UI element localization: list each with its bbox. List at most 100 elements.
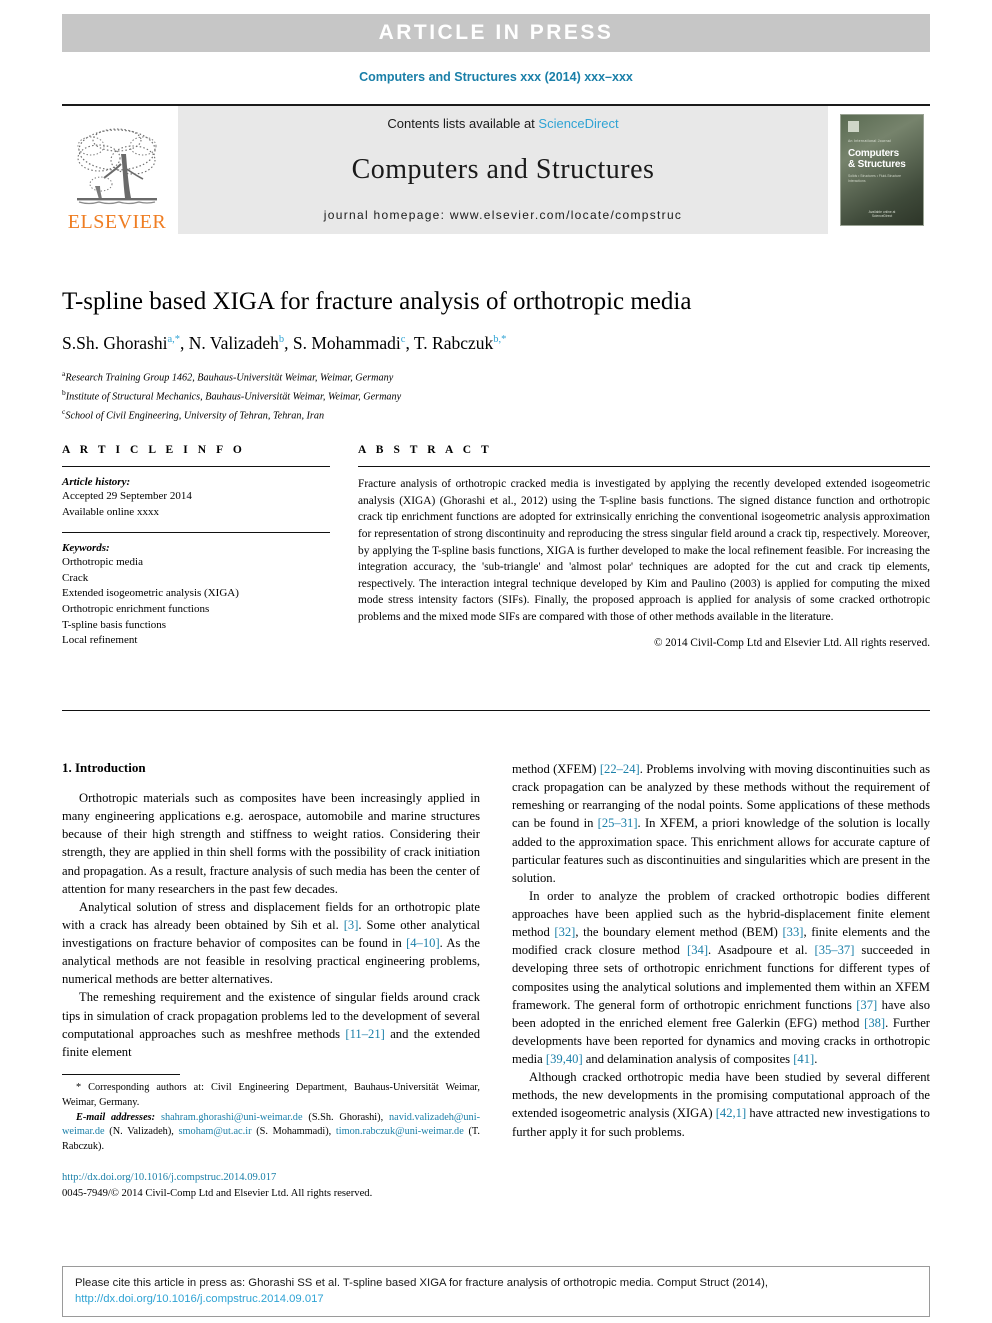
- email-address[interactable]: shahram.ghorashi@uni-weimar.de: [161, 1112, 303, 1123]
- column-gap: [330, 444, 358, 649]
- divider: [62, 532, 330, 534]
- divider: [62, 466, 330, 467]
- citation-ref[interactable]: [11–21]: [345, 1027, 384, 1041]
- paragraph-text: .: [814, 1052, 818, 1066]
- author-name[interactable]: S. Mohammadi: [293, 333, 401, 353]
- paragraph: Analytical solution of stress and displa…: [62, 898, 480, 989]
- article-in-press-banner: ARTICLE IN PRESS: [62, 14, 930, 52]
- abstract-copyright: © 2014 Civil-Comp Ltd and Elsevier Ltd. …: [653, 636, 930, 649]
- article-info-column: A R T I C L E I N F O Article history: A…: [62, 444, 330, 649]
- keyword-item: Orthotropic enrichment functions: [62, 603, 210, 616]
- contents-prefix: Contents lists available at: [387, 116, 539, 131]
- author-affiliation-mark: c: [400, 333, 406, 345]
- paragraph-text: and delamination analysis of composites: [582, 1052, 794, 1066]
- footnote-block: * Corresponding authors at: Civil Engine…: [62, 1081, 480, 1155]
- column-gap: [480, 760, 512, 1202]
- paragraph-text: method (XFEM): [512, 762, 600, 776]
- cite-doi-link[interactable]: http://dx.doi.org/10.1016/j.compstruc.20…: [75, 1293, 324, 1305]
- email-address[interactable]: smoham@ut.ac.ir: [179, 1126, 252, 1137]
- doi-link[interactable]: http://dx.doi.org/10.1016/j.compstruc.20…: [62, 1170, 480, 1186]
- body-column-left: 1. Introduction Orthotropic materials su…: [62, 760, 480, 1202]
- cite-text: Please cite this article in press as: Gh…: [75, 1277, 768, 1289]
- author-affiliation-mark: b,*: [493, 333, 507, 345]
- journal-title: Computers and Structures: [351, 153, 655, 185]
- cite-this-article-box: Please cite this article in press as: Gh…: [62, 1266, 930, 1317]
- divider: [358, 466, 930, 467]
- running-head: Computers and Structures xxx (2014) xxx–…: [359, 70, 633, 84]
- citation-ref[interactable]: [25–31]: [598, 816, 638, 830]
- paragraph-text: , the boundary element method (BEM): [575, 925, 783, 940]
- citation-ref[interactable]: [38]: [864, 1016, 885, 1030]
- citation-ref[interactable]: [35–37]: [815, 943, 855, 957]
- abstract-bottom-divider: [62, 710, 930, 711]
- contents-available-line: Contents lists available at ScienceDirec…: [387, 116, 618, 131]
- footnote-divider: [62, 1073, 180, 1075]
- journal-homepage[interactable]: journal homepage: www.elsevier.com/locat…: [324, 208, 682, 222]
- article-info-heading: A R T I C L E I N F O: [62, 444, 246, 456]
- affiliation-text: Research Training Group 1462, Bauhaus-Un…: [65, 372, 394, 384]
- elsevier-wordmark: ELSEVIER: [67, 211, 167, 233]
- info-abstract-region: A R T I C L E I N F O Article history: A…: [62, 444, 930, 649]
- cover-subtitle: Solids • Structures • Fluid-Structure In…: [848, 174, 902, 183]
- cover-publisher-mark: [848, 121, 859, 132]
- citation-ref[interactable]: [37]: [856, 998, 877, 1012]
- article-history-item: Accepted 29 September 2014: [62, 490, 192, 502]
- citation-ref[interactable]: [33]: [782, 925, 803, 939]
- citation-ref[interactable]: [3]: [344, 918, 359, 932]
- journal-banner: Contents lists available at ScienceDirec…: [178, 106, 828, 234]
- citation-ref[interactable]: [22–24]: [600, 762, 640, 776]
- abstract-column: A B S T R A C T Fracture analysis of ort…: [358, 444, 930, 649]
- doi-block: http://dx.doi.org/10.1016/j.compstruc.20…: [62, 1170, 480, 1202]
- journal-cover-thumbnail: An International Journal Computers & Str…: [834, 106, 930, 234]
- title-block: T-spline based XIGA for fracture analysi…: [62, 288, 930, 424]
- author-affiliation-mark: b: [278, 333, 285, 345]
- author-affiliation-mark: a,*: [167, 333, 181, 345]
- author-list: S.Sh. Ghorashia,*, N. Valizadehb, S. Moh…: [62, 332, 507, 353]
- paper-page: ARTICLE IN PRESS Computers and Structure…: [0, 0, 992, 1323]
- author-name[interactable]: S.Sh. Ghorashi: [62, 333, 168, 353]
- sciencedirect-link[interactable]: ScienceDirect: [538, 116, 618, 131]
- keyword-item: Crack: [62, 571, 89, 584]
- keyword-item: Orthotropic media: [62, 556, 143, 569]
- paragraph: Although cracked orthotropic media have …: [512, 1068, 930, 1141]
- affiliation-item: cSchool of Civil Engineering, University…: [62, 406, 930, 425]
- citation-ref[interactable]: [32]: [554, 925, 575, 939]
- page-title: T-spline based XIGA for fracture analysi…: [62, 288, 692, 315]
- affiliation-list: aResearch Training Group 1462, Bauhaus-U…: [62, 368, 930, 425]
- email-address[interactable]: timon.rabczuk@uni-weimar.de: [336, 1126, 464, 1137]
- keyword-item: Local refinement: [62, 634, 138, 647]
- author-name[interactable]: T. Rabczuk: [414, 333, 493, 353]
- affiliation-text: School of Civil Engineering, University …: [65, 409, 325, 421]
- cover-footer: Available online at ScienceDirect: [841, 210, 923, 219]
- citation-ref[interactable]: [42,1]: [716, 1106, 746, 1120]
- citation-ref[interactable]: [39,40]: [546, 1052, 583, 1066]
- article-history-item: Available online xxxx: [62, 505, 159, 518]
- affiliation-item: bInstitute of Structural Mechanics, Bauh…: [62, 387, 930, 406]
- body-columns: 1. Introduction Orthotropic materials su…: [62, 760, 930, 1202]
- email-owner: (S. Mohammadi),: [251, 1126, 336, 1138]
- keyword-item: T-spline basis functions: [62, 618, 167, 631]
- paragraph: The remeshing requirement and the existe…: [62, 988, 480, 1061]
- elsevier-logo: ELSEVIER: [62, 106, 172, 234]
- article-history-label: Article history:: [62, 476, 131, 488]
- email-note: E-mail addresses: shahram.ghorashi@uni-w…: [62, 1111, 480, 1155]
- author-name[interactable]: N. Valizadeh: [189, 333, 279, 353]
- paragraph: method (XFEM) [22–24]. Problems involvin…: [512, 760, 930, 887]
- article-in-press-label: ARTICLE IN PRESS: [378, 21, 614, 44]
- cover-title-line2: & Structures: [848, 159, 906, 171]
- paragraph: In order to analyze the problem of crack…: [512, 887, 930, 1068]
- keyword-item: Extended isogeometric analysis (XIGA): [62, 587, 239, 600]
- corresponding-text: Corresponding authors at: Civil Engineer…: [62, 1081, 480, 1108]
- issn-copyright-line: 0045-7949/© 2014 Civil-Comp Ltd and Else…: [62, 1187, 373, 1199]
- elsevier-tree-icon: [71, 124, 163, 212]
- body-column-right: method (XFEM) [22–24]. Problems involvin…: [512, 760, 930, 1202]
- corresponding-author-note: * Corresponding authors at: Civil Engine…: [62, 1081, 480, 1111]
- abstract-text: Fracture analysis of orthotropic cracked…: [358, 478, 930, 624]
- keywords-label: Keywords:: [62, 542, 110, 555]
- cover-kicker: An International Journal: [848, 139, 892, 143]
- citation-ref[interactable]: [34]: [687, 943, 708, 957]
- citation-ref[interactable]: [4–10]: [406, 936, 440, 950]
- paragraph: Orthotropic materials such as composites…: [62, 791, 480, 896]
- cover-footer-line2: ScienceDirect: [871, 214, 893, 219]
- citation-ref[interactable]: [41]: [793, 1052, 814, 1066]
